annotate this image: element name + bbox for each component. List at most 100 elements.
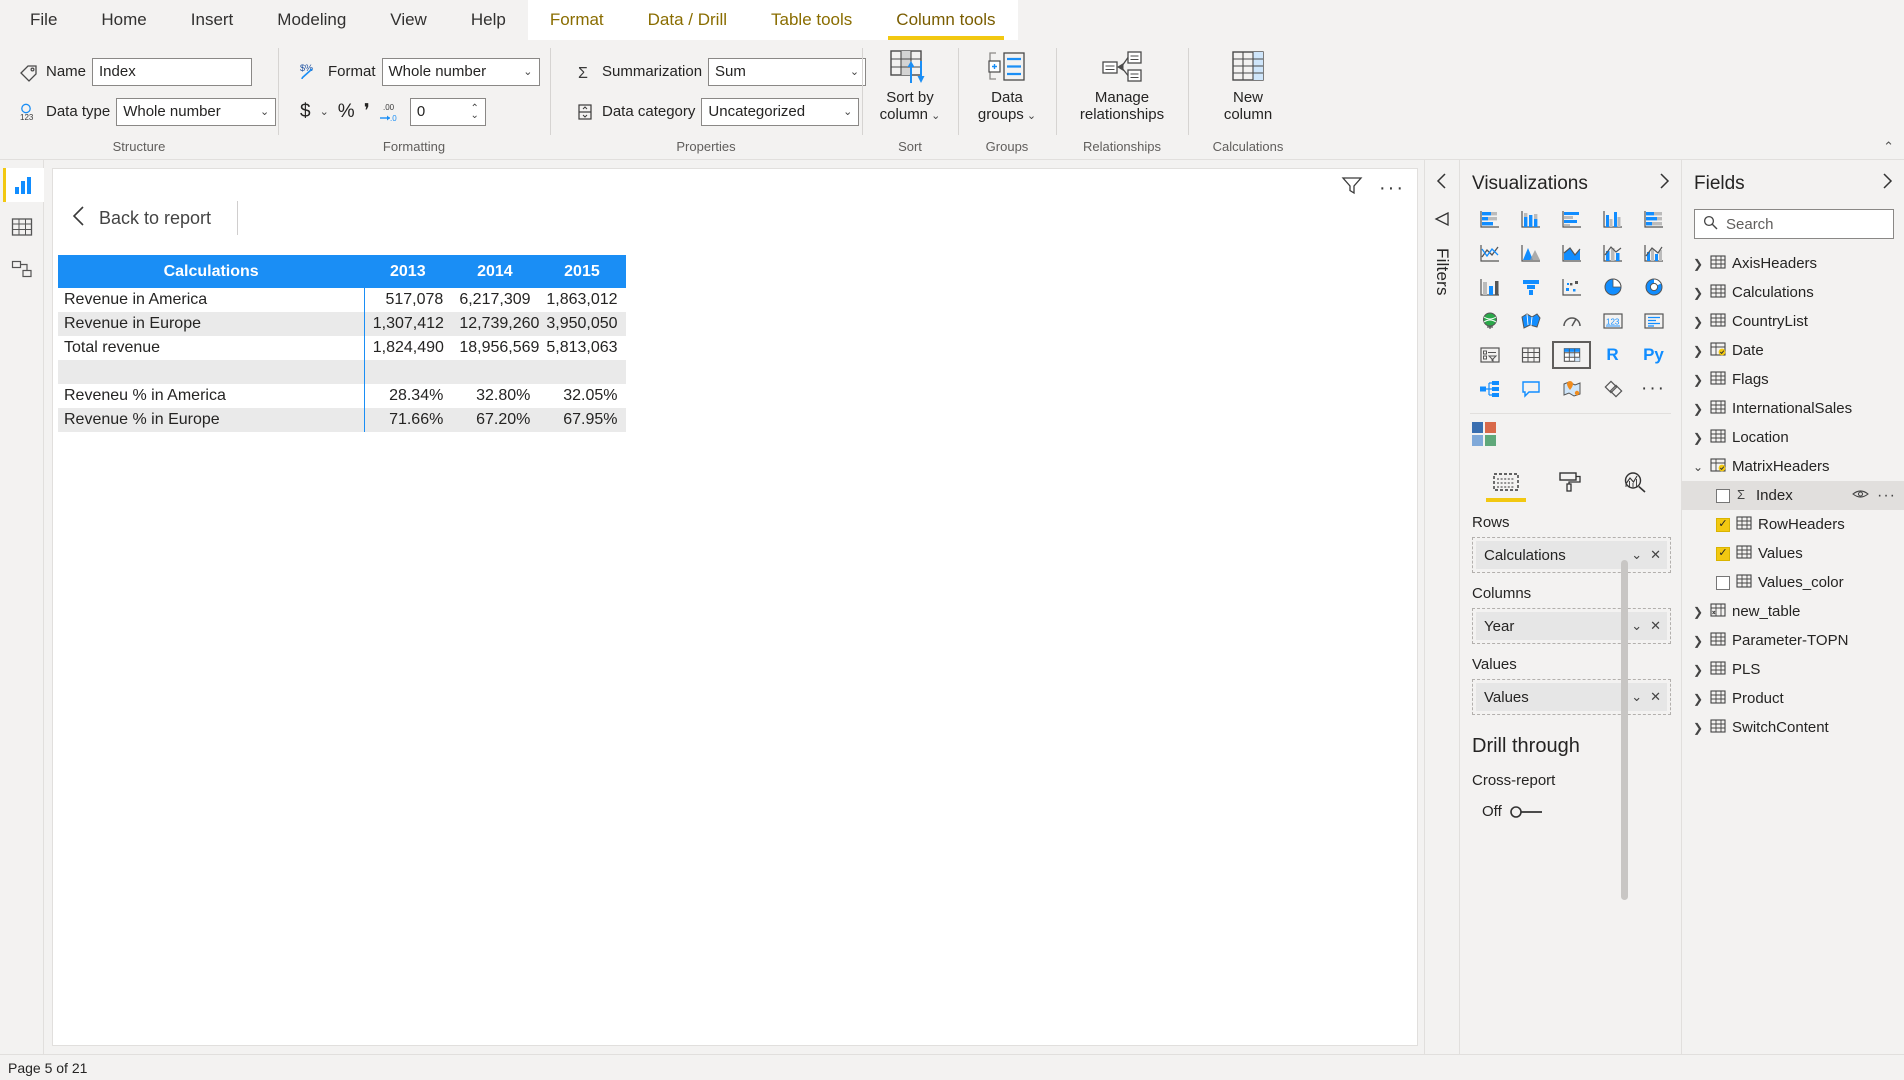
table-row-spacer[interactable] [58, 360, 626, 384]
chevron-right-icon[interactable]: ❯ [1692, 605, 1704, 619]
remove-field-icon[interactable]: ✕ [1650, 547, 1661, 563]
data-category-select[interactable]: Uncategorized ⌄ [701, 97, 860, 126]
chevron-right-icon[interactable]: ❯ [1692, 634, 1704, 648]
matrix-visual[interactable]: Calculations 2013 2014 2015 Revenue in A… [58, 255, 626, 432]
field-row-internationalsales[interactable]: ❯ InternationalSales [1682, 394, 1904, 423]
visualizations-pane-scrollbar[interactable] [1621, 560, 1628, 900]
field-row-values-color[interactable]: Values_color [1682, 568, 1904, 597]
analytics-tab[interactable] [1615, 471, 1655, 502]
stacked-area-chart-icon[interactable] [1552, 239, 1591, 267]
field-row-index[interactable]: Σ Index ··· [1682, 481, 1904, 510]
table-icon[interactable] [1511, 341, 1550, 369]
remove-field-icon[interactable]: ✕ [1650, 689, 1661, 705]
field-chip-year[interactable]: Year ⌄ ✕ [1476, 612, 1667, 640]
table-row[interactable]: Reveneu % in America 28.34% 32.80% 32.05… [58, 384, 626, 408]
data-type-select[interactable]: Whole number ⌄ [116, 97, 277, 126]
view-data-icon[interactable] [5, 210, 39, 244]
q-and-a-icon[interactable] [1511, 375, 1550, 403]
gauge-icon[interactable] [1552, 307, 1591, 335]
search-input[interactable]: Search [1694, 209, 1894, 239]
manage-relationships-button[interactable]: Manage relationships [1066, 44, 1178, 123]
matrix-header-2014[interactable]: 2014 [451, 255, 539, 288]
field-row-new-table[interactable]: ❯ new_table [1682, 597, 1904, 626]
stacked-bar-chart-icon[interactable] [1470, 205, 1509, 233]
matrix-header-2013[interactable]: 2013 [364, 255, 452, 288]
chevron-right-icon[interactable]: ❯ [1692, 286, 1704, 300]
chevron-right-icon[interactable]: ❯ [1692, 431, 1704, 445]
cross-report-toggle-row[interactable]: Off [1460, 789, 1681, 820]
name-input[interactable]: Index [92, 57, 253, 86]
field-more-options-icon[interactable]: ··· [1877, 487, 1896, 503]
multi-row-card-icon[interactable] [1634, 307, 1673, 335]
ribbon-tab-view[interactable]: View [368, 0, 449, 40]
rows-well[interactable]: Calculations ⌄ ✕ [1472, 537, 1671, 573]
chevron-down-icon[interactable]: ⌄ [1631, 547, 1642, 563]
field-checkbox[interactable] [1716, 575, 1730, 590]
filters-rail[interactable]: Filters [1424, 160, 1460, 1054]
field-row-calculations[interactable]: ❯ Calculations [1682, 278, 1904, 307]
clustered-column-chart-icon[interactable] [1593, 205, 1632, 233]
table-row[interactable]: Revenue % in Europe 71.66% 67.20% 67.95% [58, 408, 626, 432]
new-column-button[interactable]: New column [1200, 44, 1296, 123]
thousands-separator-button[interactable]: ❜ [364, 100, 370, 123]
field-row-rowheaders[interactable]: RowHeaders [1682, 510, 1904, 539]
filled-map-icon[interactable] [1511, 307, 1550, 335]
expand-filters-icon[interactable] [1433, 211, 1451, 232]
chevron-right-icon[interactable]: ❯ [1692, 344, 1704, 358]
chevron-right-icon[interactable]: ❯ [1692, 692, 1704, 706]
map-icon[interactable] [1470, 307, 1509, 335]
field-chip-calculations[interactable]: Calculations ⌄ ✕ [1476, 541, 1667, 569]
chevron-right-icon[interactable]: ❯ [1692, 663, 1704, 677]
toggle-switch-icon[interactable] [1509, 805, 1544, 818]
scatter-chart-icon[interactable] [1552, 273, 1591, 301]
chevron-right-icon[interactable]: ❯ [1692, 721, 1704, 735]
fields-list[interactable]: ❯ AxisHeaders ❯ Calculations ❯ CountryLi… [1682, 249, 1904, 1054]
field-row-parameter-topn[interactable]: ❯ Parameter-TOPN [1682, 626, 1904, 655]
decrease-decimals-icon[interactable]: .00.0 [379, 101, 401, 123]
decomposition-tree-icon[interactable] [1470, 375, 1509, 403]
ribbon-tab-column-tools[interactable]: Column tools [874, 0, 1018, 40]
python-visual-icon[interactable]: Py [1634, 341, 1673, 369]
field-row-flags[interactable]: ❯ Flags [1682, 365, 1904, 394]
pie-chart-icon[interactable] [1593, 273, 1632, 301]
view-report-icon[interactable] [2, 168, 44, 202]
chevron-right-icon[interactable]: ❯ [1692, 257, 1704, 271]
table-row[interactable]: Revenue in Europe 1,307,412 12,739,260 3… [58, 312, 626, 336]
ribbon-tab-file[interactable]: File [8, 0, 79, 40]
back-to-report-button[interactable]: Back to report [71, 205, 211, 232]
table-row[interactable]: Total revenue 1,824,490 18,956,569 5,813… [58, 336, 626, 360]
percent-format-button[interactable]: % [338, 101, 355, 123]
r-script-visual-icon[interactable]: R [1593, 341, 1632, 369]
columns-well[interactable]: Year ⌄ ✕ [1472, 608, 1671, 644]
field-row-location[interactable]: ❯ Location [1682, 423, 1904, 452]
field-checkbox[interactable] [1716, 546, 1730, 561]
matrix-header-2015[interactable]: 2015 [538, 255, 626, 288]
filter-icon[interactable] [1341, 175, 1363, 200]
collapse-pane-chevron-left-icon[interactable] [1435, 172, 1449, 195]
line-and-clustered-column-chart-icon[interactable] [1634, 239, 1673, 267]
chevron-down-icon[interactable]: ⌄ [1631, 689, 1642, 705]
more-options-icon[interactable]: ··· [1379, 178, 1405, 198]
stacked-column-chart-icon[interactable] [1511, 205, 1550, 233]
format-select[interactable]: Whole number ⌄ [381, 57, 540, 86]
donut-chart-icon[interactable] [1634, 273, 1673, 301]
report-canvas[interactable]: ··· Back to report Calculations 2013 201… [52, 168, 1418, 1046]
ribbon-tab-home[interactable]: Home [79, 0, 168, 40]
field-row-date[interactable]: ❯ Date [1682, 336, 1904, 365]
line-chart-icon[interactable] [1470, 239, 1509, 267]
expand-visualizations-chevron-right-icon[interactable] [1657, 172, 1671, 195]
chevron-right-icon[interactable]: ❯ [1692, 402, 1704, 416]
remove-field-icon[interactable]: ✕ [1650, 618, 1661, 634]
color-theme-swatch-icon[interactable] [1460, 418, 1681, 461]
currency-dropdown-icon[interactable]: ⌄ [320, 105, 329, 118]
decimal-places-stepper[interactable]: 0 ⌃ ⌄ [409, 97, 486, 126]
line-and-stacked-column-chart-icon[interactable] [1593, 239, 1632, 267]
field-row-product[interactable]: ❯ Product [1682, 684, 1904, 713]
chevron-down-icon[interactable]: ⌄ [1631, 618, 1642, 634]
ribbon-tab-insert[interactable]: Insert [169, 0, 256, 40]
eye-icon[interactable] [1852, 488, 1869, 503]
fields-tab[interactable] [1486, 471, 1527, 502]
data-groups-button[interactable]: Data groups ⌄ [968, 44, 1046, 125]
slicer-icon[interactable] [1470, 341, 1509, 369]
ribbon-tab-format[interactable]: Format [527, 0, 626, 40]
